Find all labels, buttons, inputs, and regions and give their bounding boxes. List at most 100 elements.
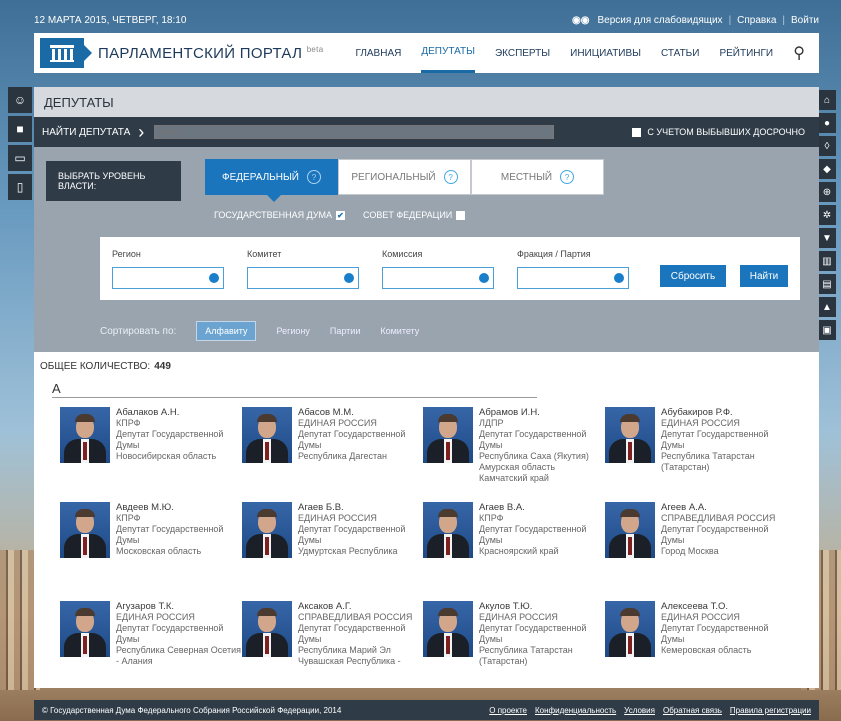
region-select[interactable] [112,267,224,289]
nav-item-initiatives[interactable]: ИНИЦИАТИВЫ [570,33,641,73]
tags-icon[interactable]: ◆ [818,159,836,179]
filters-panel: Регион Комитет Комиссия Фракция / Партия… [100,237,800,300]
tab-federal-label: ФЕДЕРАЛЬНЫЙ [222,171,299,183]
help-icon[interactable]: ? [560,170,575,184]
deputy-party: КПРФ [116,418,141,428]
nav-item-articles[interactable]: СТАТЬИ [661,33,699,73]
deputy-region: Республика Татарстан (Татарстан) [661,451,755,472]
deputy-photo[interactable] [60,601,110,657]
help-link[interactable]: Справка [737,15,776,26]
deputy-card[interactable]: Аксаков А.Г. СПРАВЕДЛИВАЯ РОССИЯ Депутат Г… [242,601,422,691]
deputy-card[interactable]: Авдеев М.Ю. КПРФ Депутат Государственной Д… [60,502,240,592]
globe-icon[interactable]: ⊕ [818,182,836,202]
deputy-name[interactable]: Алексеева Т.О. [661,601,791,612]
group-icon[interactable]: ● [818,113,836,133]
nav-item-deputies[interactable]: ДЕПУТАТЫ [421,33,475,73]
deputy-photo[interactable] [605,502,655,558]
deputy-card[interactable]: Абрамов И.Н. ЛДПР Депутат Государственной … [423,407,603,497]
footer-link-registration-rules[interactable]: Правила регистрации [730,706,811,715]
clipboard-icon[interactable]: ▤ [818,274,836,294]
deputy-card[interactable]: Агаев В.А. КПРФ Депутат Государственной Ду… [423,502,603,592]
chat-icon[interactable]: ▣ [818,320,836,340]
deputy-card[interactable]: Абасов М.М. ЕДИНАЯ РОССИЯ Депутат Государс… [242,407,422,497]
help-icon[interactable]: ? [307,170,321,184]
nav-item-experts[interactable]: ЭКСПЕРТЫ [495,33,550,73]
commission-select[interactable] [382,267,494,289]
nav-item-ratings[interactable]: РЕЙТИНГИ [719,33,773,73]
phone-icon[interactable]: ▯ [8,174,32,200]
faction-select[interactable] [517,267,629,289]
deputy-role: Депутат Государственной Думы [479,524,587,545]
find-deputy-bar: НАЙТИ ДЕПУТАТА › С УЧЕТОМ ВЫБЫВШИХ ДОСРО… [34,117,819,147]
deputy-name[interactable]: Абубакиров Р.Ф. [661,407,791,418]
deputy-card[interactable]: Алексеева Т.О. ЕДИНАЯ РОССИЯ Депутат Госуд… [605,601,785,691]
deputy-name[interactable]: Абасов М.М. [298,407,428,418]
building-icon[interactable]: ⌂ [818,90,836,110]
footer-link-privacy[interactable]: Конфиденциальность [535,706,616,715]
deputy-name[interactable]: Абрамов И.Н. [479,407,609,418]
footer-link-terms[interactable]: Условия [624,706,655,715]
book-icon[interactable]: ▭ [8,145,32,171]
deputy-name[interactable]: Авдеев М.Ю. [116,502,246,513]
portal-title[interactable]: ПАРЛАМЕНТСКИЙ ПОРТАЛ beta [98,45,323,62]
search-icon[interactable]: ⚲ [793,43,805,63]
help-icon[interactable]: ? [443,170,458,184]
deputy-card[interactable]: Агаев Б.В. ЕДИНАЯ РОССИЯ Депутат Государст… [242,502,422,592]
sort-region-button[interactable]: Региону [276,326,309,336]
deputy-photo[interactable] [423,502,473,558]
deputy-photo[interactable] [242,407,292,463]
find-button[interactable]: Найти [740,265,788,287]
person-icon[interactable]: ☺ [8,87,32,113]
chamber-duma-option[interactable]: ГОСУДАРСТВЕННАЯ ДУМА ✔ [214,210,346,220]
deputy-name[interactable]: Агеев А.А. [661,502,791,513]
deputy-card[interactable]: Абалаков А.Н. КПРФ Депутат Государственной… [60,407,240,497]
deputy-name[interactable]: Агузаров Т.К. [116,601,246,612]
bar-chart-icon[interactable]: ▥ [818,251,836,271]
deputy-photo[interactable] [423,407,473,463]
deputy-photo[interactable] [60,502,110,558]
reset-button[interactable]: Сбросить [660,265,726,287]
retired-toggle[interactable]: С УЧЕТОМ ВЫБЫВШИХ ДОСРОЧНО [632,127,805,137]
deputy-photo[interactable] [60,407,110,463]
sort-party-button[interactable]: Партии [330,326,360,336]
tree-icon[interactable]: ▲ [818,297,836,317]
deputy-name[interactable]: Акулов Т.Ю. [479,601,609,612]
footer-link-feedback[interactable]: Обратная связь [663,706,722,715]
deputy-photo[interactable] [242,502,292,558]
video-icon[interactable]: ■ [8,116,32,142]
chamber-duma-checkbox[interactable]: ✔ [336,210,346,220]
parliament-logo-icon[interactable] [40,38,84,68]
tab-local[interactable]: МЕСТНЫЙ ? [471,159,604,195]
deputy-name[interactable]: Аксаков А.Г. [298,601,428,612]
deputy-photo[interactable] [605,407,655,463]
deputy-card[interactable]: Агузаров Т.К. ЕДИНАЯ РОССИЯ Депутат Госуда… [60,601,241,691]
deputy-region: Республика Саха (Якутия) [479,451,589,461]
login-link[interactable]: Войти [791,15,819,26]
power-level-section: ВЫБРАТЬ УРОВЕНЬ ВЛАСТИ: ФЕДЕРАЛЬНЫЙ ? РЕ… [34,147,819,230]
deputy-card[interactable]: Агеев А.А. СПРАВЕДЛИВАЯ РОССИЯ Депутат Гос… [605,502,785,592]
deputy-card[interactable]: Акулов Т.Ю. ЕДИНАЯ РОССИЯ Депутат Государс… [423,601,603,691]
committee-select[interactable] [247,267,359,289]
fio-search-input[interactable] [154,125,555,139]
footer-link-about[interactable]: О проекте [489,706,527,715]
nav-item-home[interactable]: ГЛАВНАЯ [355,33,401,73]
sort-committee-button[interactable]: Комитету [380,326,419,336]
deputy-photo[interactable] [423,601,473,657]
deputy-card[interactable]: Абубакиров Р.Ф. ЕДИНАЯ РОССИЯ Депутат Госу… [605,407,785,497]
chamber-council-checkbox[interactable] [456,210,466,220]
tab-regional[interactable]: РЕГИОНАЛЬНЫЙ ? [338,159,471,195]
deputy-party: КПРФ [116,513,141,523]
shield-icon[interactable]: ▼ [818,228,836,248]
chamber-council-option[interactable]: СОВЕТ ФЕДЕРАЦИИ [363,210,466,220]
accessibility-link[interactable]: Версия для слабовидящих [597,15,722,26]
deputy-name[interactable]: Агаев В.А. [479,502,609,513]
settings-icon[interactable]: ✲ [818,205,836,225]
deputy-photo[interactable] [605,601,655,657]
sort-alphabet-button[interactable]: Алфавиту [196,321,257,341]
deputy-name[interactable]: Агаев Б.В. [298,502,428,513]
retired-checkbox[interactable] [632,127,642,137]
deputy-name[interactable]: Абалаков А.Н. [116,407,246,418]
deputy-photo[interactable] [242,601,292,657]
location-icon[interactable]: ◊ [818,136,836,156]
tab-federal[interactable]: ФЕДЕРАЛЬНЫЙ ? [205,159,338,202]
